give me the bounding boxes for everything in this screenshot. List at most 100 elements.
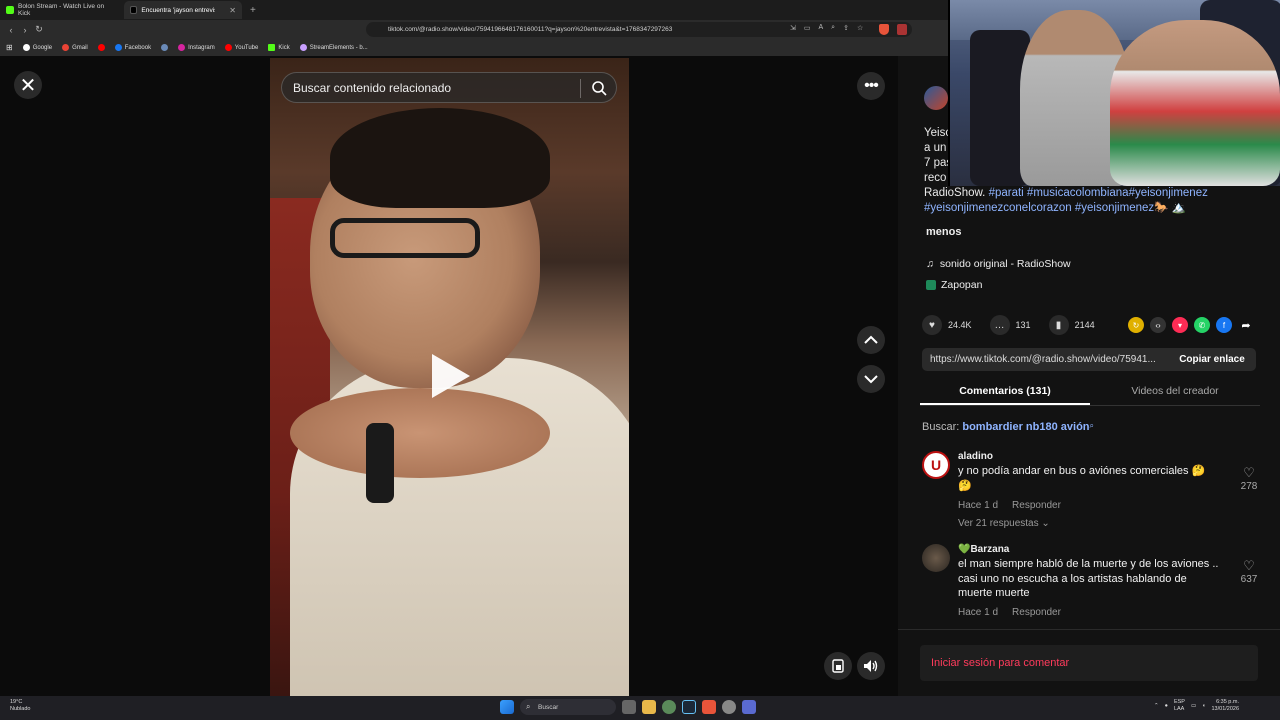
translate-icon[interactable]: A [819, 24, 824, 32]
brave-rewards-icon[interactable] [897, 24, 907, 35]
search-prefix: Buscar: [922, 421, 960, 433]
taskbar-search[interactable]: ⌕ Buscar [520, 699, 616, 715]
facebook-share-icon[interactable]: f [1216, 317, 1232, 333]
login-to-comment-button[interactable]: Iniciar sesión para comentar [920, 645, 1258, 681]
hashtag-links[interactable]: #parati #musicacolombiana#yeisonjimenez [989, 187, 1208, 199]
app-icon[interactable] [742, 700, 756, 714]
weather-label: Nublado [10, 706, 31, 712]
show-less-link[interactable]: menos [926, 226, 961, 238]
reply-button[interactable]: Responder [1012, 607, 1061, 618]
brave-shield-icon[interactable] [879, 24, 889, 35]
steam-icon[interactable] [682, 700, 696, 714]
clock[interactable]: 6:35 p.m. 13/01/2026 [1211, 699, 1239, 713]
search-icon[interactable] [591, 80, 607, 96]
bookmark-kick[interactable]: Kick [268, 44, 290, 51]
comment-meta: Hace 1 d Responder [958, 500, 1061, 511]
view-replies-button[interactable]: Ver 21 respuestas ⌄ [958, 518, 1050, 529]
hashtag-links[interactable]: #yeisonjimenezconelcorazon #yeisonjimene… [924, 201, 1208, 216]
browser-tab-tiktok[interactable]: Encuentra 'jayson entrevista' en ✕ [124, 1, 242, 19]
streamelements-icon [299, 44, 307, 51]
commenter-name[interactable]: 💚Barzana [958, 544, 1009, 555]
bookmark-streamelements[interactable]: StreamElements - b... [299, 44, 368, 51]
video-player[interactable] [270, 58, 629, 696]
youtube-icon [224, 44, 232, 51]
close-tab-icon[interactable]: ✕ [229, 6, 236, 15]
tab-comments[interactable]: Comentarios (131) [920, 378, 1090, 405]
bookmark-youtube-mini[interactable] [97, 44, 105, 51]
search-divider [580, 79, 581, 98]
new-tab-icon[interactable]: + [250, 5, 256, 16]
file-explorer-icon[interactable] [642, 700, 656, 714]
share-link-text[interactable]: https://www.tiktok.com/@radio.show/video… [922, 354, 1168, 365]
play-icon[interactable] [432, 354, 470, 398]
bookmark-star-icon[interactable]: ☆ [857, 24, 863, 32]
comment-like-button[interactable]: ♡ 278 [1234, 465, 1264, 492]
bookmark-youtube[interactable]: YouTube [224, 44, 258, 51]
reload-icon[interactable]: ↻ [32, 24, 46, 35]
bookmark-google[interactable]: Google [22, 44, 52, 51]
heart-icon: ♥ [922, 315, 942, 335]
brave-browser-icon[interactable] [702, 700, 716, 714]
browser-tab-kick[interactable]: Bolon Stream - Watch Live on Kick [0, 1, 124, 19]
weather-widget[interactable]: 19°C Nublado [10, 699, 31, 713]
bookmark-extra[interactable] [161, 44, 169, 51]
sound-link[interactable]: ♫ sonido original - RadioShow [926, 258, 1071, 270]
network-icon[interactable]: ▭ [1191, 703, 1196, 710]
reply-button[interactable]: Responder [1012, 500, 1061, 511]
microphone-icon[interactable]: ● [1165, 703, 1168, 710]
install-icon[interactable]: ⇲ [790, 24, 796, 32]
more-options-icon[interactable]: ••• [857, 72, 885, 100]
commenter-avatar[interactable] [922, 544, 950, 572]
previous-video-button[interactable] [857, 326, 885, 354]
save-button[interactable]: ▮ 2144 [1048, 315, 1095, 335]
embed-icon[interactable]: ‹› [1150, 317, 1166, 333]
forward-icon[interactable]: › [18, 25, 32, 35]
video-frame-watch [366, 423, 394, 503]
like-button[interactable]: ♥ 24.4K [922, 315, 972, 335]
commenter-name[interactable]: aladino [958, 451, 993, 462]
search-suggestion-link[interactable]: bombardier nb180 avión [962, 421, 1089, 433]
comment-like-count: 637 [1240, 574, 1258, 585]
task-view-icon[interactable] [622, 700, 636, 714]
close-icon[interactable]: ✕ [14, 71, 42, 99]
language-indicator[interactable]: ESP LAA [1174, 699, 1185, 713]
whatsapp-icon[interactable]: ✆ [1194, 317, 1210, 333]
apps-grid-icon[interactable]: ⊞ [6, 43, 13, 52]
tab-creator-videos[interactable]: Videos del creador [1090, 378, 1260, 405]
volume-icon[interactable]: ◖ [1202, 703, 1205, 710]
video-frame-glasses [330, 218, 480, 258]
bookmark-facebook[interactable]: Facebook [114, 44, 151, 51]
cast-icon[interactable]: ▭ [804, 24, 811, 32]
creator-avatar[interactable] [924, 86, 948, 110]
share-arrow-icon[interactable]: ➦ [1238, 317, 1254, 333]
tab-label: Bolon Stream - Watch Live on Kick [17, 3, 105, 17]
windows-start-icon[interactable] [500, 700, 514, 714]
floating-player-button[interactable] [824, 652, 852, 680]
app-icon[interactable] [662, 700, 676, 714]
keyboard-layout: LAA [1173, 706, 1185, 712]
copy-link-button[interactable]: Copiar enlace [1168, 354, 1256, 365]
comment-search-suggestion: Buscar: bombardier nb180 avión⌕ [922, 421, 1094, 433]
comment-time: Hace 1 d [958, 500, 999, 511]
comment-count: 131 [1015, 320, 1031, 330]
comment-like-button[interactable]: ♡ 637 [1234, 558, 1264, 585]
volume-icon [864, 660, 878, 672]
comment-button[interactable]: … 131 [989, 315, 1031, 335]
video-frame-hair [330, 108, 550, 208]
bookmark-gmail[interactable]: Gmail [62, 44, 88, 51]
volume-button[interactable] [857, 652, 885, 680]
bookmark-instagram[interactable]: Instagram [178, 44, 215, 51]
clock-date: 13/01/2026 [1211, 706, 1240, 712]
related-search-input[interactable]: Buscar contenido relacionado [281, 72, 617, 103]
location-link[interactable]: Zapopan [926, 279, 982, 291]
next-video-button[interactable] [857, 365, 885, 393]
share-icon[interactable]: ⇪ [843, 24, 849, 32]
chevron-up-icon[interactable]: ⌃ [1154, 703, 1159, 710]
send-to-friends-icon[interactable]: ▾ [1172, 317, 1188, 333]
commenter-avatar[interactable]: U [922, 451, 950, 479]
zoom-icon[interactable]: ⌕ [831, 24, 835, 32]
repost-icon[interactable]: ↻ [1128, 317, 1144, 333]
app-icon[interactable] [722, 700, 736, 714]
panel-tabs: Comentarios (131) Videos del creador [920, 378, 1260, 406]
back-icon[interactable]: ‹ [4, 25, 18, 35]
